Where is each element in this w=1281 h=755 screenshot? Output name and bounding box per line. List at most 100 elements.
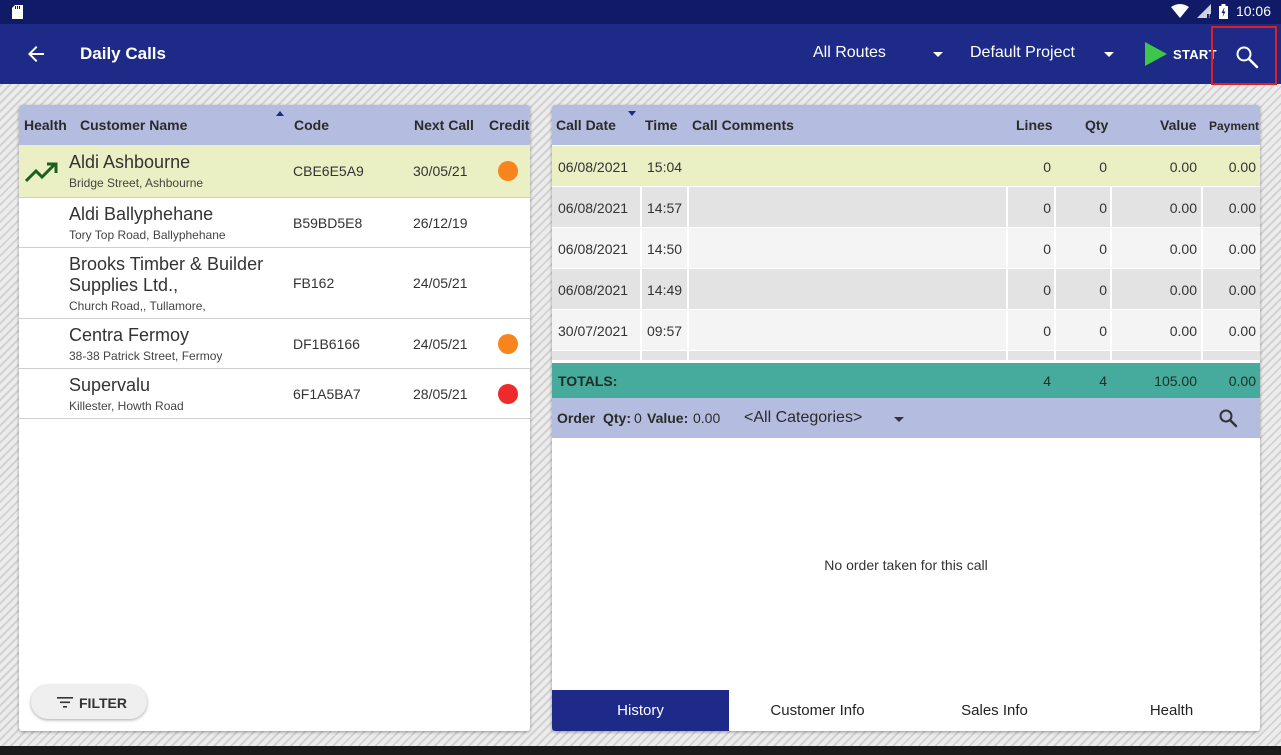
back-arrow-icon[interactable] [24,42,48,66]
totals-value: 105.00 [1154,373,1197,389]
customer-code: B59BD5E8 [293,215,363,231]
tab-customer-info[interactable]: Customer Info [729,690,906,731]
sort-ascending-icon [276,111,284,116]
next-call-date: 30/05/21 [413,163,468,179]
col-qty[interactable]: Qty [1085,117,1108,133]
call-date: 30/07/2021 [558,323,629,339]
col-call-comments[interactable]: Call Comments [692,117,794,133]
chevron-down-icon[interactable] [933,52,943,57]
call-qty: 0 [1099,323,1107,339]
history-table-header: Call Date Time Call Comments Lines Qty V… [552,105,1260,145]
order-qty-label: Qty: [603,410,631,426]
customer-row[interactable]: Brooks Timber & Builder Supplies Ltd., C… [19,248,530,319]
tab-health[interactable]: Health [1083,690,1260,731]
call-qty: 0 [1099,241,1107,257]
col-credit[interactable]: Credit [489,117,529,133]
chevron-down-icon[interactable] [1104,52,1114,57]
history-row[interactable]: 06/08/2021 14:57 0 0 0.00 0.00 [552,187,1260,227]
search-icon[interactable] [1218,408,1238,428]
call-qty: 0 [1099,200,1107,216]
cell-bg [689,187,1006,227]
totals-qty: 4 [1099,373,1107,389]
customer-address: Killester, Howth Road [69,399,184,413]
history-row[interactable]: 30/07/2021 09:57 0 0 0.00 0.00 [552,310,1260,350]
customer-address: Church Road,, Tullamore, [69,299,206,313]
signal-icon: ! [1196,4,1211,18]
trending-up-icon [25,162,58,183]
call-payment: 0.00 [1228,323,1256,339]
call-lines: 0 [1043,282,1051,298]
credit-status-dot [498,161,518,181]
totals-payment: 0.00 [1228,373,1256,389]
customer-row[interactable]: Supervalu Killester, Howth Road 6F1A5BA7… [19,369,530,419]
history-row[interactable]: 06/08/2021 14:49 0 0 0.00 0.00 [552,269,1260,309]
order-value-value: 0.00 [693,410,721,426]
customer-address: Tory Top Road, Ballyphehane [69,228,226,242]
call-payment: 0.00 [1228,282,1256,298]
call-value: 0.00 [1169,282,1197,298]
wifi-icon [1170,4,1189,18]
col-customer-name[interactable]: Customer Name [80,117,187,133]
search-button[interactable] [1211,26,1277,85]
filter-icon [57,697,73,708]
col-value[interactable]: Value [1160,117,1197,133]
svg-text:!: ! [1208,13,1210,18]
cell-bg [689,228,1006,268]
credit-status-dot [498,334,518,354]
next-call-date: 24/05/21 [413,275,468,291]
cell-bg [1112,351,1201,360]
customer-code: CBE6E5A9 [293,163,364,179]
order-qty-value: 0 [634,410,642,426]
customer-name: Aldi Ballyphehane [69,204,214,224]
col-code[interactable]: Code [294,117,329,133]
history-row-partial [552,351,1260,360]
call-value: 0.00 [1169,241,1197,257]
col-payment[interactable]: Payment [1209,119,1259,133]
call-lines: 0 [1043,200,1051,216]
call-qty: 0 [1099,282,1107,298]
col-time[interactable]: Time [645,117,677,133]
col-call-date[interactable]: Call Date [556,117,616,133]
search-icon [1236,46,1259,69]
order-label: Order [557,410,596,426]
next-call-date: 26/12/19 [413,215,468,231]
play-icon [1145,42,1167,66]
call-date: 06/08/2021 [558,200,629,216]
call-lines: 0 [1043,323,1051,339]
customer-row[interactable]: Aldi Ballyphehane Tory Top Road, Ballyph… [19,198,530,248]
category-dropdown[interactable]: <All Categories> [744,409,862,427]
col-next-call[interactable]: Next Call [414,117,474,133]
customer-name: Centra Fermoy [69,325,190,345]
detail-tabs: History Customer Info Sales Info Health [552,690,1260,731]
history-row[interactable]: 06/08/2021 15:04 0 0 0.00 0.00 [552,146,1260,186]
navigation-bar [0,746,1281,755]
next-call-date: 24/05/21 [413,336,468,352]
col-health[interactable]: Health [24,117,67,133]
project-dropdown[interactable]: Default Project [970,44,1075,62]
customer-row[interactable]: Centra Fermoy 38-38 Patrick Street, Ferm… [19,319,530,369]
call-value: 0.00 [1169,200,1197,216]
call-lines: 0 [1043,159,1051,175]
tab-sales-info[interactable]: Sales Info [906,690,1083,731]
tab-history[interactable]: History [552,690,729,731]
history-row[interactable]: 06/08/2021 14:50 0 0 0.00 0.00 [552,228,1260,268]
call-payment: 0.00 [1228,241,1256,257]
status-bar: ! 10:06 [0,0,1281,24]
page-title: Daily Calls [80,44,166,63]
call-time: 14:50 [647,241,683,257]
call-detail-panel: Call Date Time Call Comments Lines Qty V… [552,105,1260,731]
filter-button[interactable]: FILTER [31,685,147,719]
col-lines[interactable]: Lines [1016,117,1053,133]
cell-bg [689,310,1006,350]
empty-order-message: No order taken for this call [824,557,988,573]
customer-name: Brooks Timber & Builder Supplies Ltd., [69,254,264,295]
call-payment: 0.00 [1228,200,1256,216]
customer-name: Aldi Ashbourne [69,152,191,172]
app-bar: Daily Calls All Routes Default Project S… [0,24,1281,85]
routes-dropdown[interactable]: All Routes [813,44,886,62]
cell-bg [552,351,640,360]
cell-bg [1056,351,1110,360]
start-button[interactable]: START [1145,42,1217,66]
chevron-down-icon[interactable] [894,417,904,422]
customer-row[interactable]: Aldi Ashbourne Bridge Street, Ashbourne … [19,145,530,198]
